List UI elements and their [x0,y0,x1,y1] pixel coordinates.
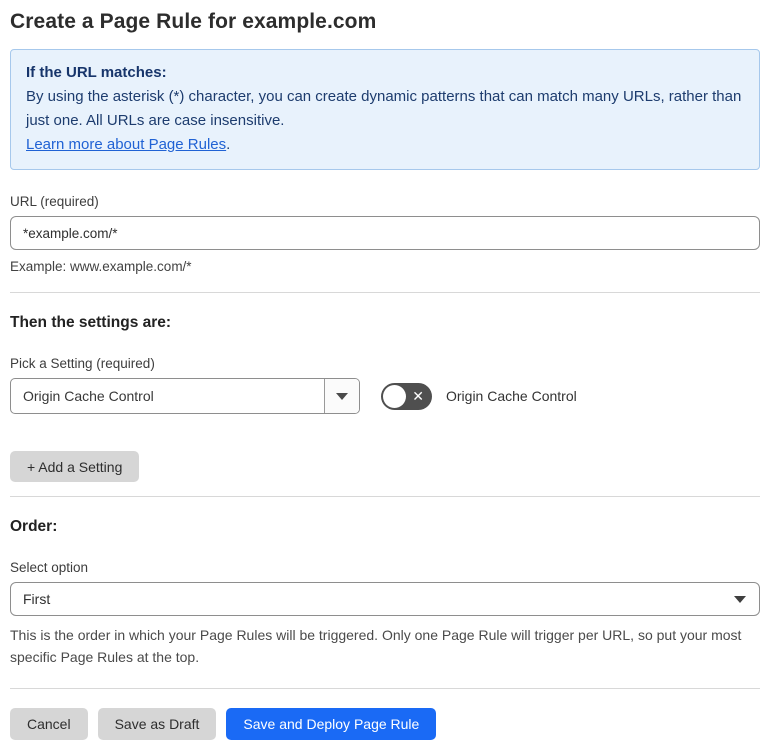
toggle-label: Origin Cache Control [446,388,577,404]
page-title: Create a Page Rule for example.com [10,10,377,33]
origin-cache-control-toggle-group: ✕ Origin Cache Control [381,382,577,410]
url-match-info-box: If the URL matches: By using the asteris… [10,49,760,170]
url-input[interactable] [10,216,760,250]
divider [10,688,760,689]
save-and-deploy-button[interactable]: Save and Deploy Page Rule [226,708,437,740]
save-as-draft-button[interactable]: Save as Draft [97,708,217,740]
order-select-value: First [23,591,51,607]
setting-select-arrow-button[interactable] [324,379,359,413]
cancel-button[interactable]: Cancel [10,708,88,740]
order-section-heading: Order: [10,518,58,535]
setting-select-value: Origin Cache Control [23,388,154,404]
toggle-knob [383,384,406,408]
order-select-label: Select option [10,560,89,575]
order-select[interactable]: First [10,582,760,616]
link-suffix: . [226,136,231,153]
info-box-heading: If the URL matches: [26,64,167,81]
footer-actions: Cancel Save as Draft Save and Deploy Pag… [10,708,760,740]
chevron-down-icon [734,595,746,603]
order-help-text: This is the order in which your Page Rul… [10,627,742,665]
learn-more-link[interactable]: Learn more about Page Rules [26,136,226,153]
url-example-text: Example: www.example.com/* [10,259,192,274]
toggle-off-x-icon: ✕ [412,388,424,404]
page-rule-form: Create a Page Rule for example.com If th… [0,0,770,740]
info-box-link-line: Learn more about Page Rules. [26,133,744,157]
pick-setting-label: Pick a Setting (required) [10,356,155,371]
settings-section-heading: Then the settings are: [10,314,172,331]
origin-cache-control-toggle[interactable]: ✕ [381,382,432,410]
setting-row: Origin Cache Control ✕ Origin Cache Cont… [10,378,760,414]
chevron-down-icon [336,392,348,400]
info-box-body: By using the asterisk (*) character, you… [26,88,742,129]
add-setting-button[interactable]: + Add a Setting [10,451,140,482]
divider [10,292,760,293]
setting-select[interactable]: Origin Cache Control [10,378,360,414]
url-label: URL (required) [10,194,99,209]
divider [10,496,760,497]
